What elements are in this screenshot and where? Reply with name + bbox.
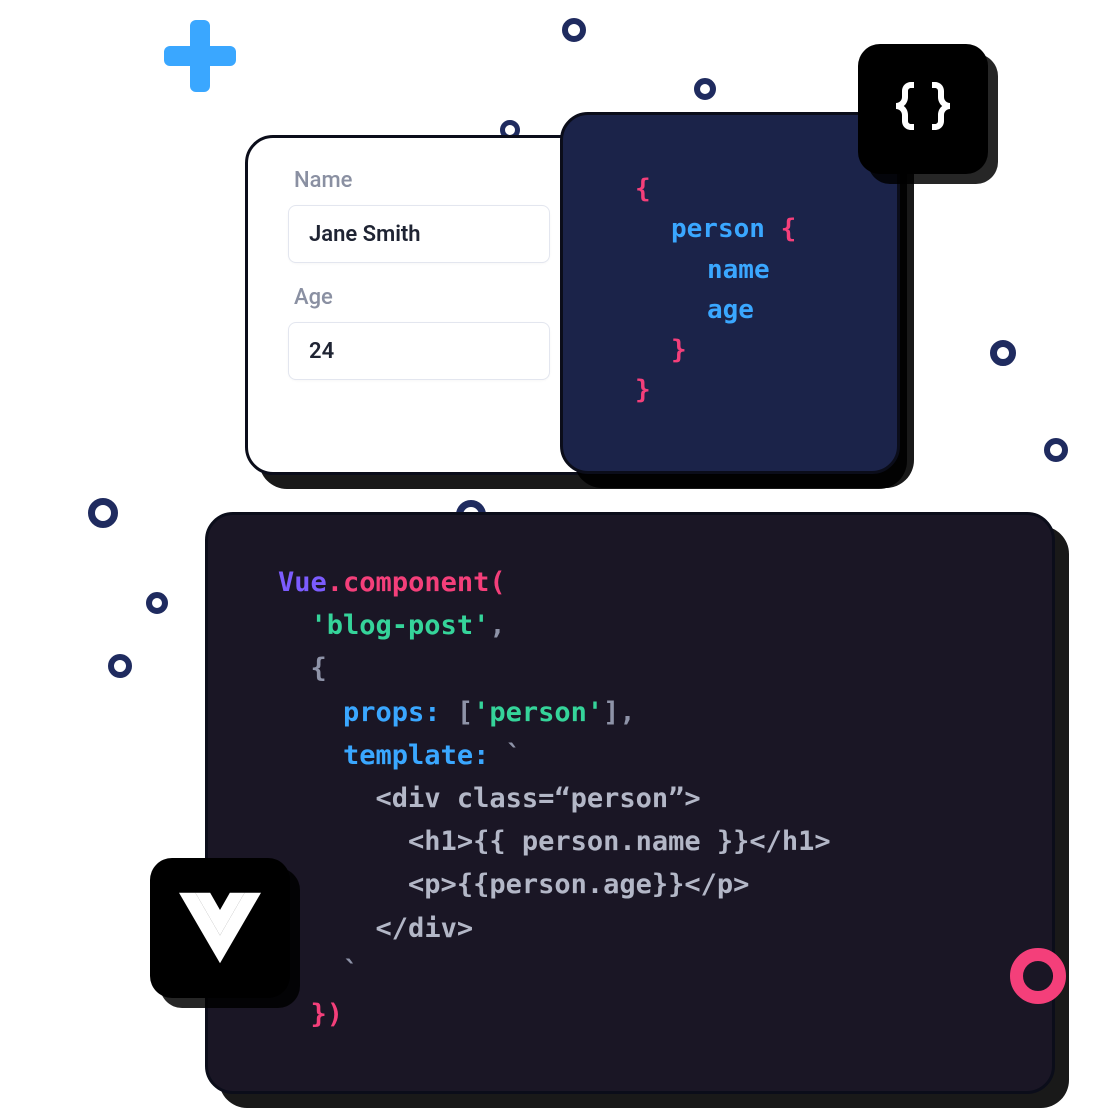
name-value: Jane Smith	[309, 222, 421, 247]
decorative-ring	[108, 654, 132, 678]
name-input[interactable]: Jane Smith	[288, 205, 550, 263]
schema-card: { person { name age } }	[560, 112, 900, 474]
code-line-4: props: ['person'],	[278, 691, 1002, 734]
decorative-ring	[1044, 438, 1068, 462]
code-line-3: {	[278, 647, 1002, 690]
code-line-5: template: `	[278, 734, 1002, 777]
schema-open-brace: {	[635, 174, 651, 204]
decorative-ring	[562, 18, 586, 42]
plus-icon	[160, 16, 240, 100]
code-braces-icon	[887, 73, 959, 145]
code-line-10: `	[278, 950, 1002, 993]
schema-entity: person	[671, 214, 765, 244]
decorative-ring	[990, 340, 1016, 366]
code-line-9: </div>	[278, 907, 1002, 950]
vue-logo-icon	[179, 892, 261, 964]
code-braces-badge	[858, 44, 988, 174]
decorative-ring	[694, 78, 716, 100]
schema-field-age: age	[707, 295, 754, 325]
code-line-1: Vue.component(	[278, 561, 1002, 604]
decorative-ring	[88, 498, 118, 528]
schema-close-inner: }	[671, 335, 687, 365]
code-line-11: })	[278, 993, 1002, 1036]
vue-code-card: Vue.component( 'blog-post', { props: ['p…	[205, 512, 1055, 1094]
age-value: 24	[309, 339, 334, 364]
schema-close-outer: }	[635, 375, 651, 405]
schema-field-name: name	[707, 255, 770, 285]
code-line-2: 'blog-post',	[278, 604, 1002, 647]
schema-entity-open: {	[765, 214, 796, 244]
code-line-6: <div class=“person”>	[278, 777, 1002, 820]
decorative-ring-pink	[1010, 948, 1066, 1004]
decorative-ring	[146, 592, 168, 614]
code-line-7: <h1>{{ person.name }}</h1>	[278, 820, 1002, 863]
vue-logo-badge	[150, 858, 290, 998]
code-line-8: <p>{{person.age}}</p>	[278, 863, 1002, 906]
age-input[interactable]: 24	[288, 322, 550, 380]
